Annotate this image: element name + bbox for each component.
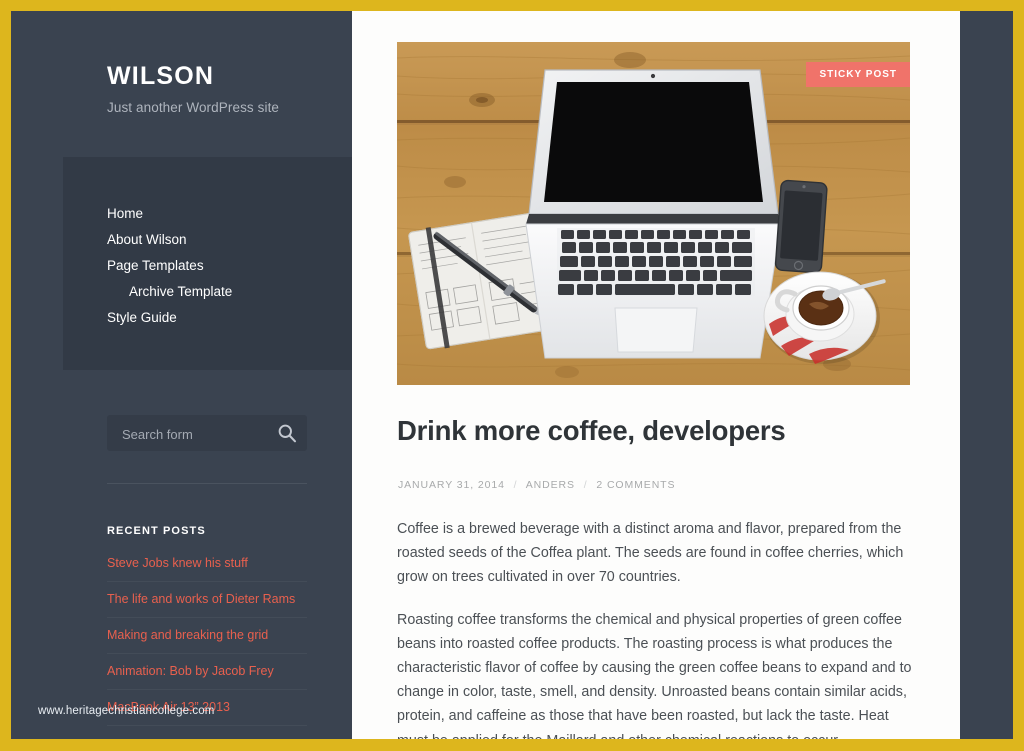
post-meta: JANUARY 31, 2014 / ANDERS / 2 COMMENTS	[398, 479, 675, 491]
site-viewport: WILSON Just another WordPress site Home …	[11, 11, 1013, 739]
post-author[interactable]: ANDERS	[526, 479, 575, 491]
site-tagline: Just another WordPress site	[107, 99, 280, 115]
meta-separator: /	[513, 479, 518, 491]
page-title[interactable]: Drink more coffee, developers	[397, 415, 927, 447]
list-item: Making and breaking the grid	[107, 618, 307, 654]
search-input[interactable]	[120, 415, 274, 453]
browser-page-frame: WILSON Just another WordPress site Home …	[0, 0, 1024, 751]
recent-post-link[interactable]: The life and works of Dieter Rams	[107, 582, 307, 617]
sidebar-divider	[107, 483, 307, 484]
list-item: Animation: Bob by Jacob Frey	[107, 654, 307, 690]
post-content: Coffee is a brewed beverage with a disti…	[397, 517, 913, 739]
main-content: STICKY POST Drink more coffee, developer…	[352, 11, 960, 739]
nav-item-page-templates[interactable]: Page Templates	[63, 253, 352, 279]
post-paragraph: Roasting coffee transforms the chemical …	[397, 611, 912, 739]
search-widget	[107, 415, 307, 453]
watermark-text: www.heritagechristiancollege.com	[38, 705, 215, 717]
site-title[interactable]: WILSON	[107, 62, 337, 91]
search-form[interactable]	[107, 415, 307, 453]
post-date: JANUARY 31, 2014	[398, 479, 505, 491]
list-item: Steve Jobs knew his stuff	[107, 546, 307, 582]
site-sidebar: WILSON Just another WordPress site Home …	[11, 11, 352, 739]
nav-item-home[interactable]: Home	[63, 201, 352, 227]
primary-navigation: Home About Wilson Page Templates Archive…	[63, 157, 352, 370]
search-icon[interactable]	[277, 423, 297, 443]
nav-item-archive-template[interactable]: Archive Template	[63, 279, 352, 305]
nav-item-style-guide[interactable]: Style Guide	[63, 305, 352, 331]
site-branding: WILSON Just another WordPress site	[107, 62, 337, 115]
recent-posts-list: Steve Jobs knew his stuff The life and w…	[107, 546, 307, 726]
featured-image[interactable]: STICKY POST	[397, 42, 910, 385]
recent-post-link[interactable]: Animation: Bob by Jacob Frey	[107, 654, 307, 689]
post-comments-count[interactable]: 2 COMMENTS	[596, 479, 675, 491]
list-item: The life and works of Dieter Rams	[107, 582, 307, 618]
status-badge: STICKY POST	[805, 62, 910, 87]
recent-post-link[interactable]: Making and breaking the grid	[107, 618, 307, 653]
recent-posts-heading: RECENT POSTS	[107, 525, 206, 538]
recent-post-link[interactable]: Steve Jobs knew his stuff	[107, 546, 307, 581]
post-paragraph: Coffee is a brewed beverage with a disti…	[397, 521, 904, 586]
nav-item-about-wilson[interactable]: About Wilson	[63, 227, 352, 253]
meta-separator: /	[583, 479, 588, 491]
